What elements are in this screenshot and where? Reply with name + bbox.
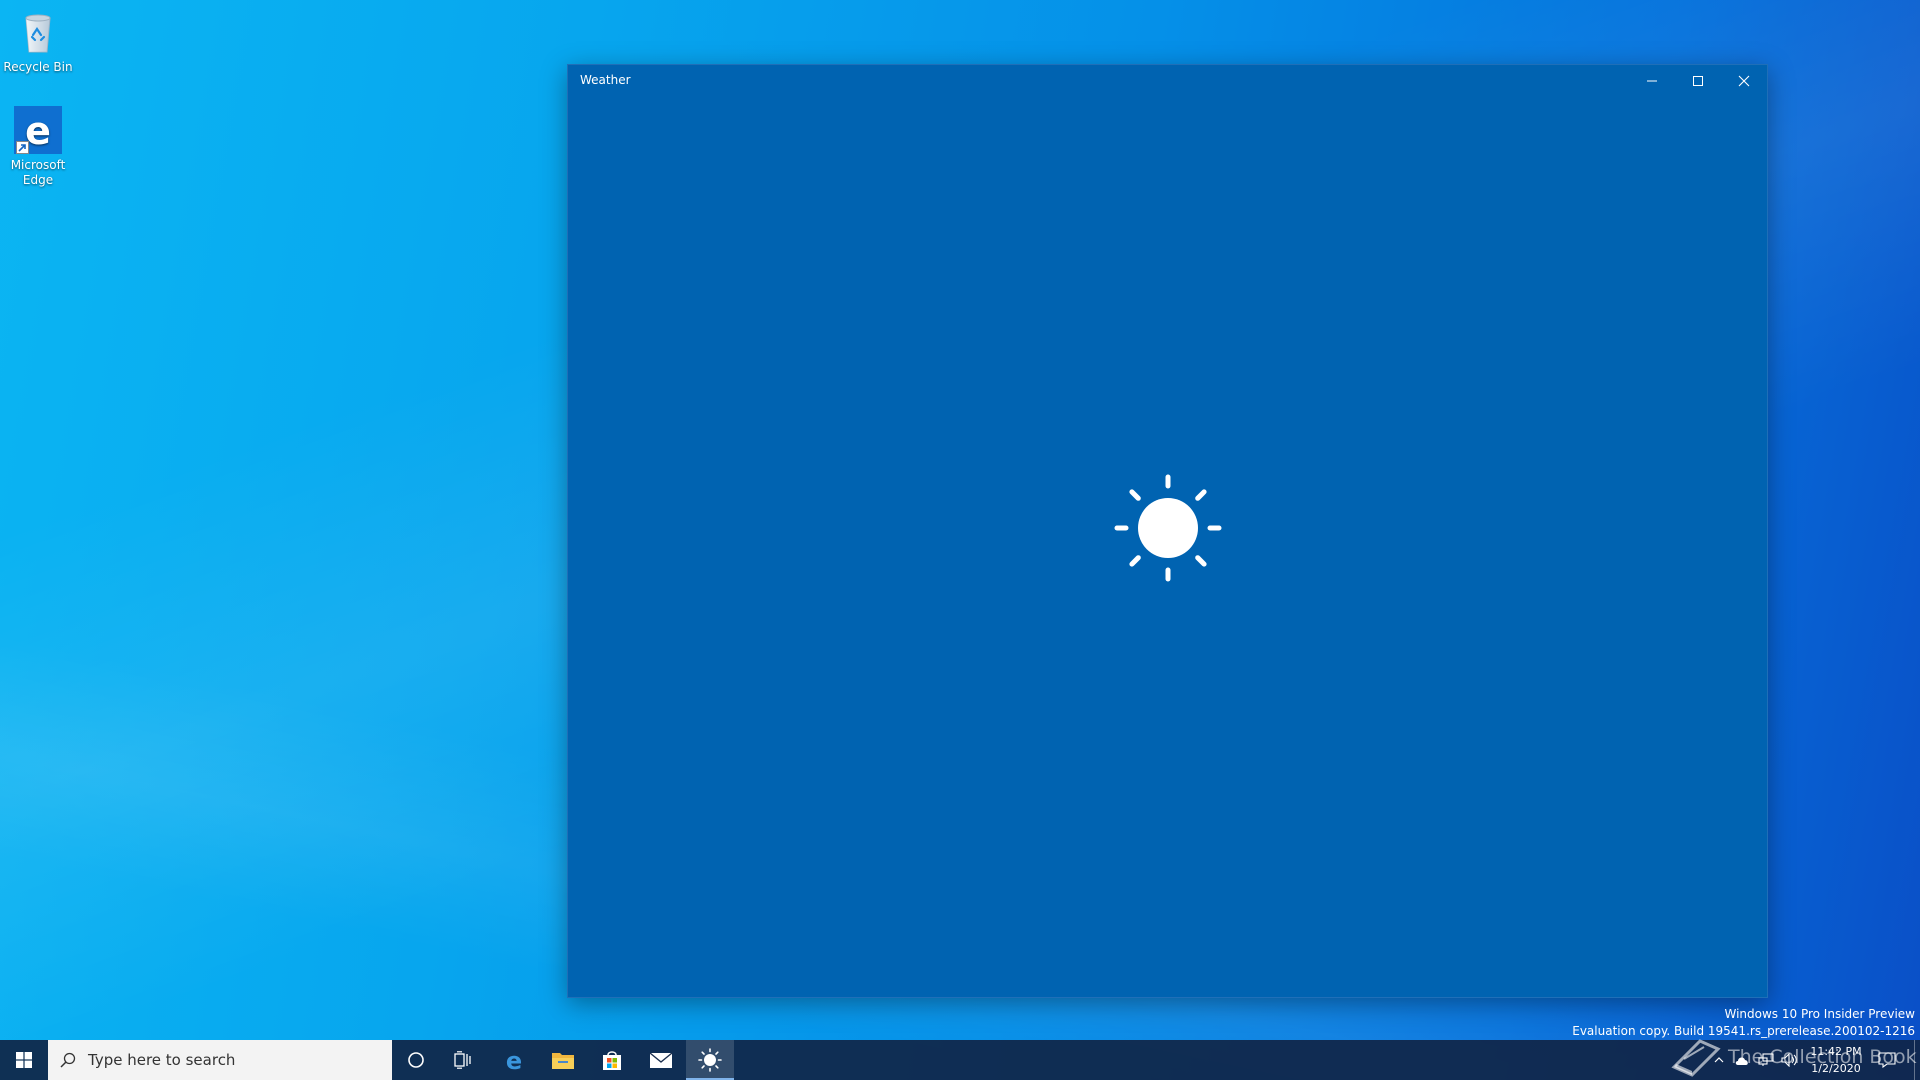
file-explorer-icon xyxy=(552,1053,574,1069)
sun-icon xyxy=(1114,474,1221,582)
windows-logo-icon xyxy=(16,1052,32,1068)
minimize-button[interactable] xyxy=(1629,65,1675,97)
desktop-icon-recycle-bin[interactable]: Recycle Bin xyxy=(0,8,76,75)
weather-window: Weather xyxy=(567,64,1768,998)
desktop-icon-label: Recycle Bin xyxy=(3,60,73,74)
mail-icon xyxy=(649,1052,673,1068)
task-view-icon xyxy=(454,1051,471,1069)
clock-time: 11:42 PM xyxy=(1810,1045,1862,1058)
desktop-icon-label: Microsoft Edge xyxy=(10,158,66,187)
taskbar: Type here to search e 11:42 PM 1/2/2020 xyxy=(0,1040,1920,1080)
weather-icon xyxy=(698,1048,722,1072)
network-tray-button[interactable] xyxy=(1754,1040,1778,1080)
clock-date: 1/2/2020 xyxy=(1811,1062,1861,1075)
shortcut-arrow-icon xyxy=(16,141,29,154)
window-title: Weather xyxy=(580,73,631,87)
cortana-icon xyxy=(408,1052,424,1068)
evaluation-watermark: Windows 10 Pro Insider Preview Evaluatio… xyxy=(1572,1006,1915,1040)
onedrive-tray-button[interactable] xyxy=(1730,1040,1754,1080)
taskbar-store-button[interactable] xyxy=(588,1040,636,1080)
start-button[interactable] xyxy=(0,1040,48,1080)
task-view-button[interactable] xyxy=(440,1040,488,1080)
edge-icon: e xyxy=(14,106,62,154)
maximize-button[interactable] xyxy=(1675,65,1721,97)
show-hidden-icons-button[interactable] xyxy=(1708,1040,1730,1080)
minimize-icon xyxy=(1647,80,1657,82)
recycle-bin-icon xyxy=(14,8,62,56)
network-icon xyxy=(1758,1053,1774,1066)
chevron-up-icon xyxy=(1714,1057,1724,1063)
show-desktop-button[interactable] xyxy=(1914,1040,1920,1080)
taskbar-edge-button[interactable]: e xyxy=(490,1040,538,1080)
desktop-icon-microsoft-edge[interactable]: e Microsoft Edge xyxy=(0,106,76,188)
window-titlebar[interactable]: Weather xyxy=(568,65,1767,97)
taskbar-weather-button[interactable] xyxy=(686,1040,734,1080)
close-icon xyxy=(1738,75,1750,87)
svg-text:e: e xyxy=(506,1048,522,1072)
watermark-line2: Evaluation copy. Build 19541.rs_prerelea… xyxy=(1572,1024,1915,1038)
action-center-button[interactable] xyxy=(1868,1040,1906,1080)
cortana-button[interactable] xyxy=(392,1040,440,1080)
cloud-icon xyxy=(1735,1056,1748,1065)
edge-icon: e xyxy=(506,1048,522,1072)
speaker-icon xyxy=(1781,1053,1797,1067)
close-button[interactable] xyxy=(1721,65,1767,97)
taskbar-mail-button[interactable] xyxy=(637,1040,685,1080)
notification-icon xyxy=(1878,1052,1896,1068)
taskbar-file-explorer-button[interactable] xyxy=(539,1040,587,1080)
taskbar-clock[interactable]: 11:42 PM 1/2/2020 xyxy=(1804,1043,1868,1077)
search-box[interactable]: Type here to search xyxy=(48,1040,392,1080)
volume-tray-button[interactable] xyxy=(1778,1040,1802,1080)
maximize-icon xyxy=(1693,76,1703,86)
search-placeholder: Type here to search xyxy=(88,1051,236,1069)
search-icon xyxy=(60,1052,76,1068)
watermark-line1: Windows 10 Pro Insider Preview xyxy=(1724,1007,1915,1021)
splash-screen xyxy=(568,97,1767,997)
store-icon xyxy=(603,1051,621,1070)
